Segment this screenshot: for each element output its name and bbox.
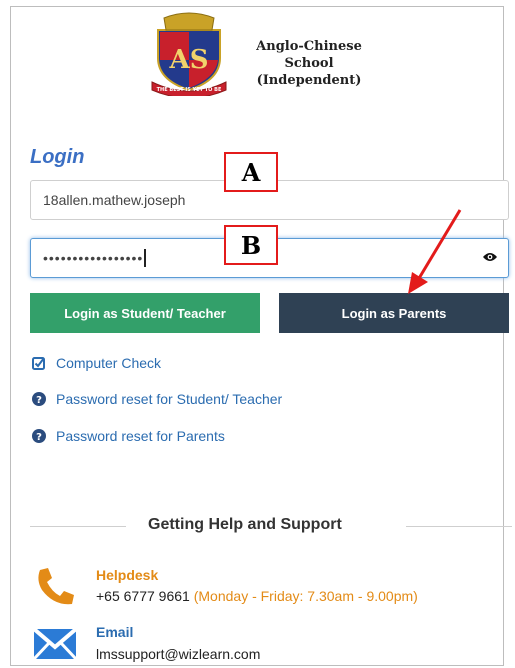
annotation-arrow-icon [408,209,462,294]
computer-check-link[interactable]: Computer Check [32,355,161,371]
helpdesk-details: +65 6777 9661 (Monday - Friday: 7.30am -… [96,588,418,604]
annotation-label-b: B [224,225,278,265]
school-name-line1: Anglo-Chinese School [256,39,362,71]
question-circle-icon: ? [32,392,46,406]
email-address[interactable]: lmssupport@wizlearn.com [96,646,260,662]
eye-icon[interactable] [482,251,498,263]
question-circle-icon: ? [32,429,46,443]
divider [30,526,126,527]
computer-check-label: Computer Check [56,355,162,371]
helpdesk-hours: (Monday - Friday: 7.30am - 9.00pm) [193,588,418,604]
svg-text:?: ? [36,432,42,443]
divider [406,526,512,527]
school-crest-logo: AS THE BEST IS YET TO BE [151,12,227,96]
username-value: 18allen.mathew.joseph [43,192,186,208]
password-reset-student-label: Password reset for Student/ Teacher [56,391,283,407]
password-reset-parents-label: Password reset for Parents [56,428,225,444]
email-title: Email [96,624,134,640]
support-heading: Getting Help and Support [148,516,342,533]
svg-text:?: ? [36,395,42,406]
school-name: Anglo-Chinese School (Independent) [234,38,384,89]
login-student-teacher-button[interactable]: Login as Student/ Teacher [30,293,260,333]
login-title: Login [30,146,85,168]
password-reset-parents-link[interactable]: ? Password reset for Parents [32,428,225,444]
login-parents-button[interactable]: Login as Parents [279,293,509,333]
school-name-line2: (Independent) [256,73,362,88]
password-value: ••••••••••••••••• [43,250,144,266]
password-reset-student-link[interactable]: ? Password reset for Student/ Teacher [32,391,282,407]
phone-icon [38,568,74,605]
helpdesk-phone: +65 6777 9661 [96,588,190,604]
text-caret [144,249,147,267]
annotation-label-a: A [224,152,278,192]
envelope-icon [33,627,77,661]
svg-text:AS: AS [169,45,209,75]
checkbox-edit-icon [32,356,46,370]
helpdesk-title: Helpdesk [96,567,159,583]
login-panel [10,6,504,666]
school-header: AS THE BEST IS YET TO BE Anglo-Chinese S… [150,10,410,100]
crest-motto: THE BEST IS YET TO BE [157,87,222,93]
